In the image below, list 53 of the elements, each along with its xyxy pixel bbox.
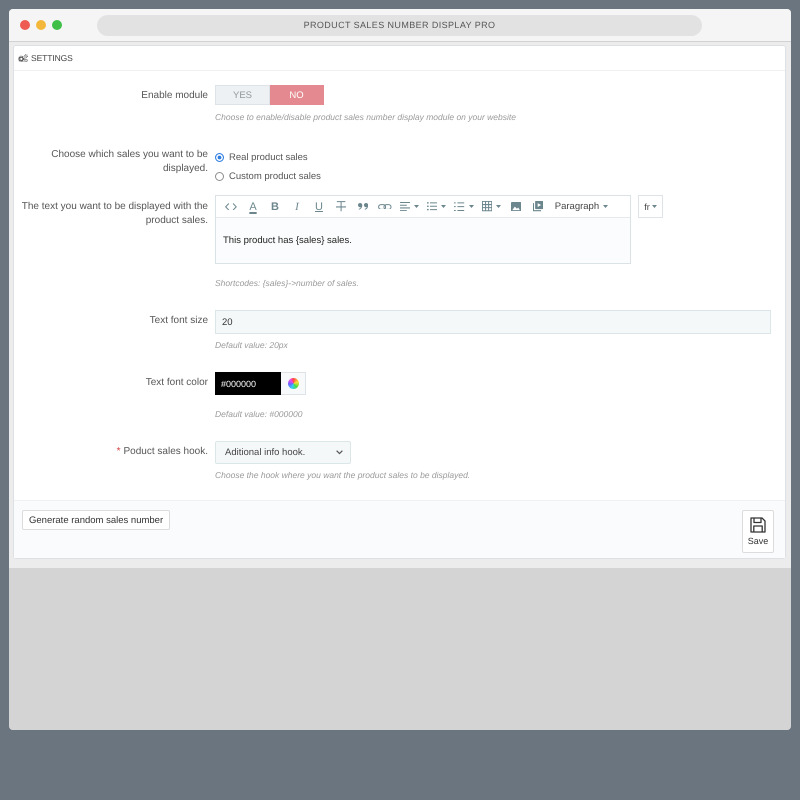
field-label: Enable module xyxy=(141,90,208,101)
align-left-icon xyxy=(400,202,410,212)
editor-text-area[interactable]: This product has {sales} sales. xyxy=(216,218,630,263)
quote-icon xyxy=(358,203,368,210)
format-dropdown[interactable]: Paragraph xyxy=(552,198,610,214)
table-button[interactable] xyxy=(480,198,503,214)
chevron-down-icon xyxy=(336,450,343,455)
text-color-button[interactable]: A xyxy=(244,198,262,214)
caret-icon xyxy=(603,205,608,208)
video-icon xyxy=(532,201,543,212)
save-button[interactable]: Save xyxy=(742,510,774,553)
table-icon xyxy=(482,201,492,212)
color-wheel-icon xyxy=(288,378,298,389)
link-icon xyxy=(378,204,392,210)
code-icon xyxy=(225,202,237,210)
radio-button[interactable] xyxy=(215,172,224,181)
window-title: PRODUCT SALES NUMBER DISPLAY PRO xyxy=(97,14,702,36)
caret-icon xyxy=(652,205,657,208)
radio-label[interactable]: Real product sales xyxy=(229,152,308,163)
gears-icon xyxy=(18,54,28,62)
radio-label[interactable]: Custom product sales xyxy=(229,171,321,182)
help-text: Choose the hook where you want the product sales to be displayed. xyxy=(215,469,472,481)
panel-title: SETTINGS xyxy=(31,53,73,63)
numbered-list-icon xyxy=(454,202,465,212)
image-icon xyxy=(510,202,521,212)
field-label: Poduct sales hook. xyxy=(124,446,208,457)
generate-button[interactable]: Generate random sales number xyxy=(22,510,170,530)
caret-icon xyxy=(468,205,474,208)
help-text: Default value: 20px xyxy=(215,339,289,351)
field-label: Text font size xyxy=(150,315,208,326)
hook-select[interactable]: Aditional info hook. xyxy=(215,441,351,464)
color-picker-button[interactable] xyxy=(281,372,306,395)
strikethrough-icon xyxy=(336,201,346,212)
field-label: The text you want to be displayed with the product sales. xyxy=(22,201,208,226)
required-mark: * xyxy=(116,446,120,457)
field-label: Text font color xyxy=(146,377,208,388)
bullet-list-icon xyxy=(427,202,438,211)
help-text: Default value: #000000 xyxy=(215,408,304,420)
help-text: Choose to enable/disable product sales number display module on your website xyxy=(215,111,517,123)
font-size-input[interactable]: 20 xyxy=(215,310,771,334)
field-label: Choose which sales you want to be displayed. xyxy=(51,149,208,174)
italic-button[interactable]: I xyxy=(288,198,306,214)
maximize-button[interactable] xyxy=(52,20,62,30)
language-dropdown[interactable]: fr xyxy=(638,195,663,218)
bold-button[interactable]: B xyxy=(266,198,284,214)
help-text: Shortcodes: {sales}->number of sales. xyxy=(215,277,360,289)
caret-icon xyxy=(496,205,501,208)
caret-icon xyxy=(441,205,446,208)
caret-icon xyxy=(414,205,420,208)
underline-button[interactable]: U xyxy=(310,198,328,214)
color-input[interactable]: #000000 xyxy=(215,372,281,395)
radio-button[interactable] xyxy=(215,153,224,162)
close-button[interactable] xyxy=(20,20,30,30)
